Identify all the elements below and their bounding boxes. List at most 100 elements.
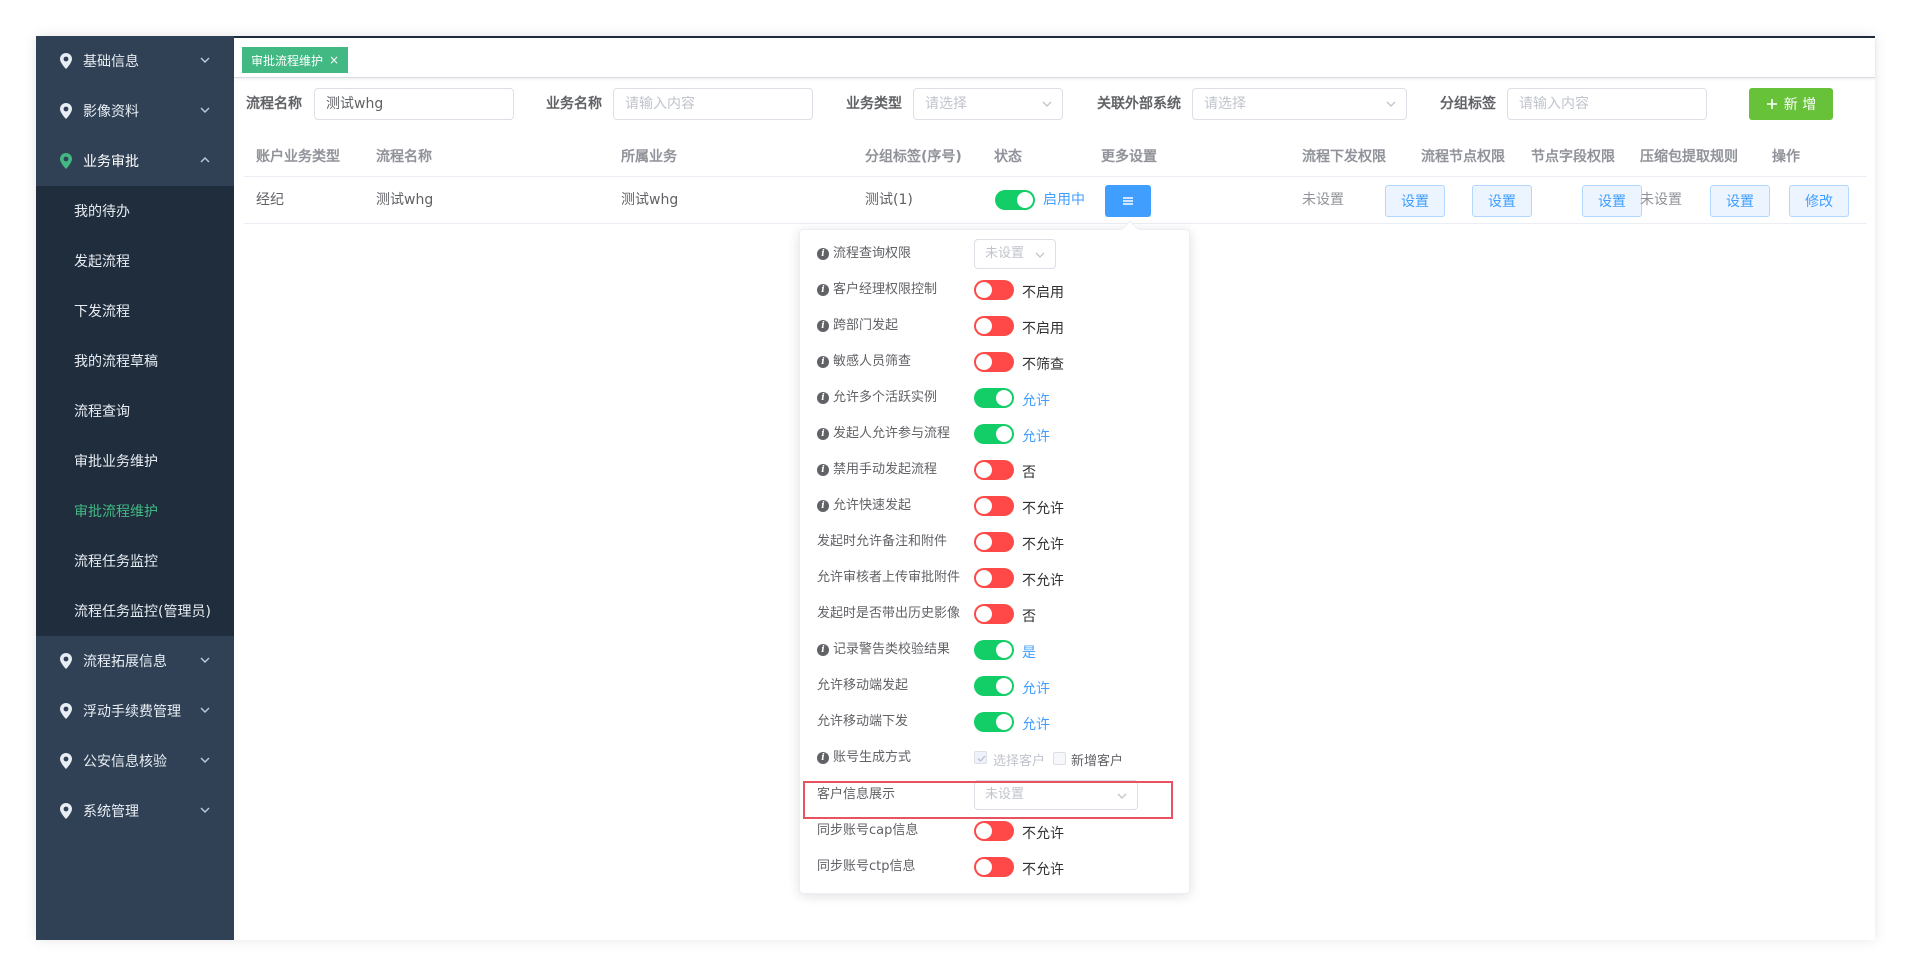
popover-switch[interactable] <box>974 424 1014 444</box>
status-switch[interactable] <box>995 190 1035 210</box>
popover-switch[interactable] <box>974 532 1014 552</box>
popover-switch[interactable] <box>974 712 1014 732</box>
more-settings-button[interactable] <box>1105 185 1151 217</box>
ext-sys-label: 关联外部系统 <box>1097 96 1181 112</box>
popover-switch[interactable] <box>974 460 1014 480</box>
sidebar-item-task-monitor[interactable]: 流程任务监控 <box>36 536 234 586</box>
popover-row: 同步账号ctp信息 不允许 <box>800 849 1191 885</box>
zip-rule-set-button[interactable]: 设置 <box>1710 185 1770 217</box>
sidebar-group-system-mgmt[interactable]: 系统管理 <box>36 786 234 836</box>
location-pin-icon <box>60 153 72 169</box>
col-acct-type: 账户业务类型 <box>256 149 340 165</box>
info-icon[interactable]: i <box>817 752 829 764</box>
col-status: 状态 <box>994 149 1022 165</box>
sidebar-item-task-monitor-admin[interactable]: 流程任务监控(管理员) <box>36 586 234 636</box>
sidebar-group-police-verify[interactable]: 公安信息核验 <box>36 736 234 786</box>
col-group-tag: 分组标签(序号) <box>865 149 962 165</box>
popover-row-label: 发起时是否带出历史影像 <box>817 596 960 632</box>
info-icon[interactable]: i <box>817 428 829 440</box>
popover-switch-text: 不允许 <box>1022 826 1064 842</box>
info-icon[interactable]: i <box>817 464 829 476</box>
popover-row-label-text: 账号生成方式 <box>833 750 912 765</box>
popover-switch[interactable] <box>974 568 1014 588</box>
sidebar-item-flow-query[interactable]: 流程查询 <box>36 386 234 436</box>
popover-switch[interactable] <box>974 640 1014 660</box>
sidebar-group-label: 影像资料 <box>83 104 139 120</box>
info-icon[interactable]: i <box>817 356 829 368</box>
sidebar-group-flow-ext-info[interactable]: 流程拓展信息 <box>36 636 234 686</box>
popover-row-label: i 客户经理权限控制 <box>817 272 937 308</box>
menu-icon <box>1123 197 1133 205</box>
popover-switch-text: 是 <box>1022 645 1036 661</box>
popover-switch[interactable] <box>974 496 1014 516</box>
tab-approval-flow-maint[interactable]: 审批流程维护 × <box>242 47 349 73</box>
ext-sys-select[interactable]: 请选择 <box>1192 88 1407 120</box>
submenu: 我的待办 发起流程 下发流程 我的流程草稿 流程查询 审批业务维护 审批流程维护… <box>36 186 234 636</box>
popover-switch[interactable] <box>974 316 1014 336</box>
field-perm-set-button[interactable]: 设置 <box>1582 185 1642 217</box>
close-icon[interactable]: × <box>329 53 339 67</box>
col-dispatch-perm: 流程下发权限 <box>1302 149 1386 165</box>
info-icon[interactable]: i <box>817 284 829 296</box>
sidebar-group-business-approval[interactable]: 业务审批 <box>36 136 234 186</box>
popover-row-label-text: 禁用手动发起流程 <box>833 462 938 477</box>
info-icon[interactable]: i <box>817 644 829 656</box>
popover-switch-text: 不允许 <box>1022 862 1064 878</box>
col-more-settings: 更多设置 <box>1101 149 1157 165</box>
location-pin-icon <box>60 703 72 719</box>
sidebar-group-label: 系统管理 <box>83 804 139 820</box>
popover-switch[interactable] <box>974 604 1014 624</box>
info-icon[interactable]: i <box>817 320 829 332</box>
popover-row: 允许移动端发起 允许 <box>800 668 1191 704</box>
popover-row: 允许审核者上传审批附件 不允许 <box>800 560 1191 596</box>
popover-switch[interactable] <box>974 821 1014 841</box>
add-button[interactable]: 新 增 <box>1749 88 1833 120</box>
add-button-label: 新 增 <box>1783 97 1817 113</box>
popover-switch[interactable] <box>974 676 1014 696</box>
sidebar-item-start-flow[interactable]: 发起流程 <box>36 236 234 286</box>
group-tag-label: 分组标签 <box>1440 96 1496 112</box>
popover-switch[interactable] <box>974 280 1014 300</box>
location-pin-icon <box>60 653 72 669</box>
sidebar-item-approval-flow-maint[interactable]: 审批流程维护 <box>36 486 234 536</box>
location-pin-icon <box>60 803 72 819</box>
popover-row-label-text: 允许快速发起 <box>833 498 912 513</box>
sidebar-group-floating-fee[interactable]: 浮动手续费管理 <box>36 686 234 736</box>
table-header: 账户业务类型 流程名称 所属业务 分组标签(序号) 状态 更多设置 流程下发权限… <box>244 137 1867 177</box>
chevron-up-icon <box>200 157 210 163</box>
biz-type-select[interactable]: 请选择 <box>913 88 1063 120</box>
status-text: 启用中 <box>1043 192 1085 208</box>
biz-type-label: 业务类型 <box>846 96 902 112</box>
info-icon[interactable]: i <box>817 500 829 512</box>
sidebar-item-my-todo[interactable]: 我的待办 <box>36 186 234 236</box>
popover-switch[interactable] <box>974 857 1014 877</box>
dispatch-perm-set-button[interactable]: 设置 <box>1385 185 1445 217</box>
sidebar-item-label: 流程任务监控(管理员) <box>74 604 211 620</box>
sidebar-group-image-data[interactable]: 影像资料 <box>36 86 234 136</box>
group-tag-input[interactable]: 请输入内容 <box>1507 88 1707 120</box>
new-customer-checkbox[interactable] <box>1053 752 1066 765</box>
sidebar-item-dispatch-flow[interactable]: 下发流程 <box>36 286 234 336</box>
biz-name-input[interactable]: 请输入内容 <box>613 88 813 120</box>
popover-row-label: 允许移动端下发 <box>817 704 908 740</box>
popover-row-label-text: 敏感人员筛查 <box>833 354 912 369</box>
popover-switch[interactable] <box>974 352 1014 372</box>
popover-row: i 允许快速发起 不允许 <box>800 488 1191 524</box>
select-customer-checkbox[interactable] <box>974 751 987 764</box>
edit-button[interactable]: 修改 <box>1789 185 1849 217</box>
popover-switch-text: 不允许 <box>1022 501 1064 517</box>
popover-row: i 禁用手动发起流程 否 <box>800 452 1191 488</box>
node-perm-set-button[interactable]: 设置 <box>1472 185 1532 217</box>
popover-row-label: 允许移动端发起 <box>817 668 908 704</box>
flow-name-input[interactable]: 测试whg <box>314 88 514 120</box>
popover-select[interactable]: 未设置 <box>974 239 1056 269</box>
popover-row: i 流程查询权限 未设置 <box>800 236 1191 272</box>
sidebar-group-basic-info[interactable]: 基础信息 <box>36 36 234 86</box>
info-icon[interactable]: i <box>817 248 829 260</box>
popover-row-label: 同步账号ctp信息 <box>817 849 916 885</box>
sidebar-item-approval-biz-maint[interactable]: 审批业务维护 <box>36 436 234 486</box>
info-icon[interactable]: i <box>817 392 829 404</box>
sidebar-item-my-drafts[interactable]: 我的流程草稿 <box>36 336 234 386</box>
popover-switch[interactable] <box>974 388 1014 408</box>
popover-row-label-text: 跨部门发起 <box>833 318 899 333</box>
